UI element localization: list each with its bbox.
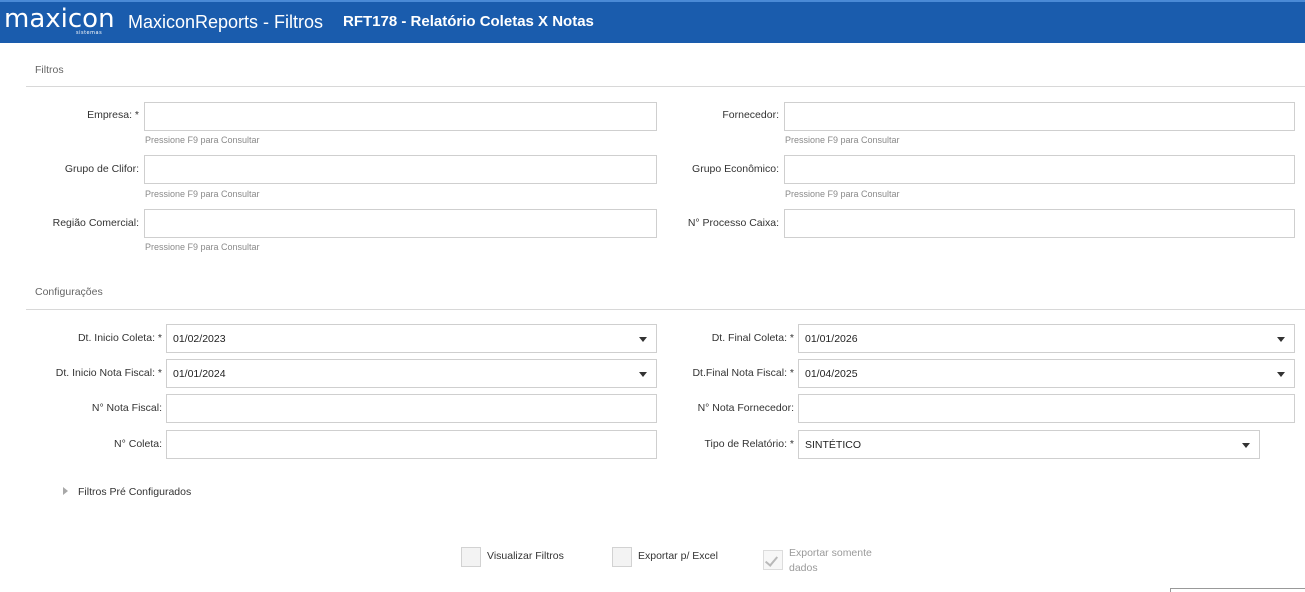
chevron-down-icon[interactable] [639, 337, 647, 342]
configuracoes-section-title: Configurações [35, 286, 103, 298]
chevron-down-icon[interactable] [1277, 372, 1285, 377]
chevron-down-icon[interactable] [639, 372, 647, 377]
grupo-clifor-label: Grupo de Clifor: [64, 163, 139, 175]
grupo-economico-input[interactable] [784, 155, 1295, 184]
fornecedor-input[interactable] [784, 102, 1295, 131]
expand-triangle-icon[interactable] [63, 487, 68, 495]
tipo-relatorio-label: Tipo de Relatório: * [704, 438, 795, 450]
coleta-label: N° Coleta: [114, 438, 162, 450]
grupo-economico-hint: Pressione F9 para Consultar [785, 189, 900, 199]
tipo-relatorio-select[interactable]: SINTÉTICO [798, 430, 1260, 459]
nota-fornecedor-label: N° Nota Fornecedor: [697, 402, 794, 414]
exportar-somente-dados-label: Exportar somente dados [789, 546, 872, 576]
dt-final-coleta-select[interactable]: 01/01/2026 [798, 324, 1295, 353]
dt-inicio-coleta-value: 01/02/2023 [173, 333, 226, 345]
dt-inicio-nf-value: 01/01/2024 [173, 368, 226, 380]
app-header: maxicon sistemas MaxiconReports - Filtro… [0, 0, 1305, 43]
regiao-comercial-input[interactable] [144, 209, 657, 238]
coleta-input[interactable] [166, 430, 657, 459]
logo-tagline: sistemas [76, 30, 103, 36]
nota-fiscal-input[interactable] [166, 394, 657, 423]
empresa-hint: Pressione F9 para Consultar [145, 135, 260, 145]
bottom-right-panel-edge [1170, 588, 1305, 592]
grupo-economico-label: Grupo Econômico: [692, 163, 779, 175]
visualizar-filtros-checkbox[interactable] [461, 547, 481, 567]
exportar-excel-label: Exportar p/ Excel [638, 550, 718, 562]
dt-final-coleta-label: Dt. Final Coleta: * [711, 332, 794, 344]
exportar-somente-dados-line2: dados [789, 562, 818, 574]
dt-inicio-coleta-label: Dt. Inicio Coleta: * [77, 332, 162, 344]
preconfig-filters-toggle[interactable]: Filtros Pré Configurados [78, 486, 191, 498]
empresa-label: Empresa: * [87, 109, 139, 121]
maxicon-logo: maxicon [4, 4, 115, 34]
dt-final-coleta-value: 01/01/2026 [805, 333, 858, 345]
filtros-section-title: Filtros [35, 64, 64, 76]
report-title: RFT178 - Relatório Coletas X Notas [343, 13, 594, 30]
app-title: MaxiconReports - Filtros [128, 12, 324, 32]
dt-final-nf-select[interactable]: 01/04/2025 [798, 359, 1295, 388]
processo-caixa-label: N° Processo Caixa: [687, 217, 779, 229]
nota-fiscal-label: N° Nota Fiscal: [91, 402, 162, 414]
chevron-down-icon[interactable] [1242, 443, 1250, 448]
grupo-clifor-hint: Pressione F9 para Consultar [145, 189, 260, 199]
chevron-down-icon[interactable] [1277, 337, 1285, 342]
dt-inicio-nf-select[interactable]: 01/01/2024 [166, 359, 657, 388]
regiao-comercial-label: Região Comercial: [52, 217, 139, 229]
fornecedor-hint: Pressione F9 para Consultar [785, 135, 900, 145]
filtros-divider [26, 86, 1305, 87]
exportar-somente-dados-line1: Exportar somente [789, 547, 872, 559]
visualizar-filtros-label: Visualizar Filtros [487, 550, 564, 562]
exportar-excel-checkbox[interactable] [612, 547, 632, 567]
fornecedor-label: Fornecedor: [722, 109, 779, 121]
exportar-somente-dados-checkbox[interactable] [763, 550, 783, 570]
configuracoes-divider [26, 309, 1305, 310]
dt-final-nf-label: Dt.Final Nota Fiscal: * [692, 367, 794, 379]
regiao-comercial-hint: Pressione F9 para Consultar [145, 242, 260, 252]
grupo-clifor-input[interactable] [144, 155, 657, 184]
checkmark-icon [764, 553, 779, 567]
processo-caixa-input[interactable] [784, 209, 1295, 238]
dt-inicio-coleta-select[interactable]: 01/02/2023 [166, 324, 657, 353]
nota-fornecedor-input[interactable] [798, 394, 1295, 423]
dt-inicio-nf-label: Dt. Inicio Nota Fiscal: * [55, 367, 162, 379]
empresa-input[interactable] [144, 102, 657, 131]
tipo-relatorio-value: SINTÉTICO [805, 439, 862, 451]
dt-final-nf-value: 01/04/2025 [805, 368, 858, 380]
